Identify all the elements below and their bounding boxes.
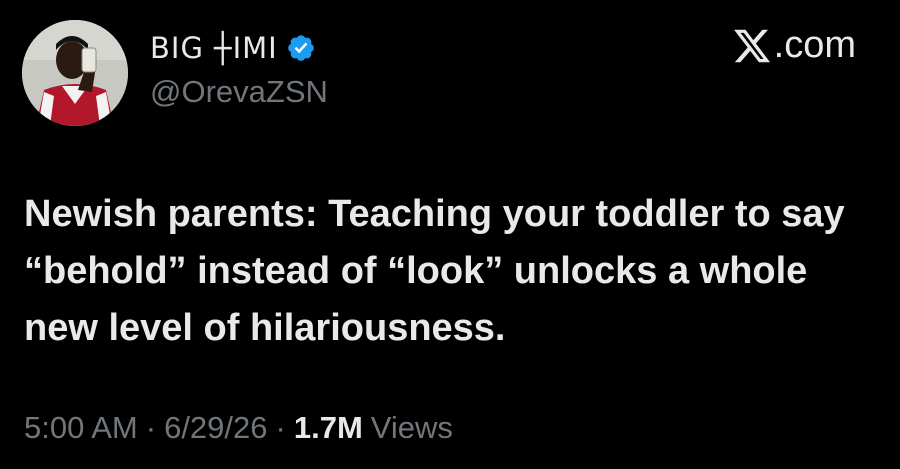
tweet-text: Newish parents: Teaching your toddler to… <box>24 193 845 349</box>
tweet-date[interactable]: 6/29/26 <box>164 410 267 446</box>
x-logo-icon <box>733 29 770 62</box>
verified-badge-icon <box>287 35 314 61</box>
meta-separator: · <box>145 410 157 445</box>
views-label: Views <box>370 410 453 445</box>
x-com-logo[interactable]: .com <box>732 24 856 67</box>
person-avatar-icon <box>22 20 128 126</box>
tweet-meta: 5:00 AM · 6/29/26 · 1.7M Views <box>24 410 453 446</box>
meta-separator: · <box>275 410 286 445</box>
site-domain-text: .com <box>773 24 856 66</box>
tweet-card: BIG ┼IMI @OrevaZSN .com Newish parents: … <box>0 0 900 469</box>
views-count[interactable]: 1.7M <box>294 410 363 446</box>
display-name[interactable]: BIG ┼IMI <box>150 31 278 65</box>
tweet-time[interactable]: 5:00 AM <box>24 410 138 446</box>
avatar[interactable] <box>22 20 128 126</box>
author-handle[interactable]: @OrevaZSN <box>150 74 328 110</box>
display-name-row[interactable]: BIG ┼IMI <box>150 30 316 66</box>
